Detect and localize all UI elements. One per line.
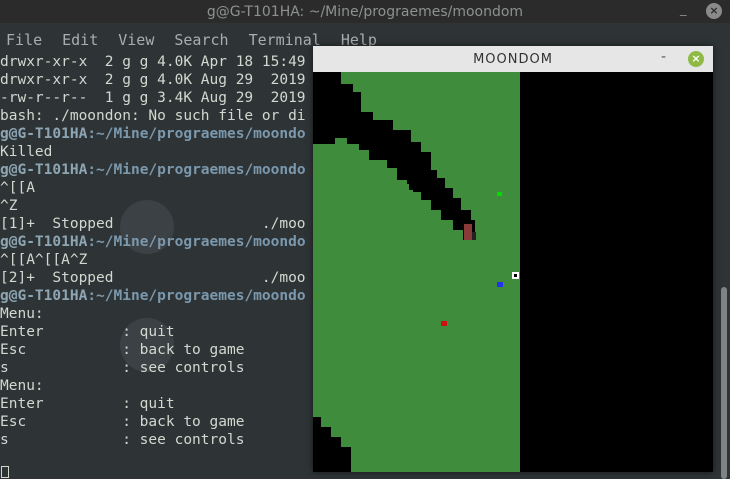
terminal-line: bash: ./moondon: No such file or di	[0, 108, 306, 124]
game-canvas[interactable]	[313, 72, 713, 472]
prompt-user: g@G-T101HA	[0, 162, 88, 178]
minimize-button[interactable]: _	[680, 2, 687, 17]
game-window[interactable]: MOONDOM - ×	[313, 46, 713, 472]
game-titlebar[interactable]: MOONDOM - ×	[313, 46, 713, 72]
terminal-line: ^[[A	[0, 180, 35, 196]
terminal-line: [2]+ Stopped ./moo	[0, 270, 306, 286]
block-sprite-edge	[472, 232, 476, 240]
terminal-line: Menu:	[0, 378, 44, 394]
terminal-line: Enter : quit	[0, 396, 175, 412]
terminal-line: Killed	[0, 144, 53, 160]
terminal-line: -rw-r--r-- 1 g g 3.4K Aug 29 2019	[0, 90, 306, 106]
block-sprite	[464, 224, 472, 240]
game-window-title: MOONDOM	[473, 51, 553, 67]
terminal-line: Enter : quit	[0, 324, 175, 340]
player-sprite	[512, 272, 519, 279]
close-button[interactable]: ×	[706, 3, 722, 19]
window-title: g@G-T101HA: ~/Mine/progra​emes/moondom	[206, 3, 524, 20]
terminal-line: g@G-T101HA:~/Mine/progra​emes/moondo	[0, 125, 330, 143]
close-button[interactable]: ×	[688, 51, 704, 67]
terrain-notch	[351, 92, 361, 102]
terminal-titlebar[interactable]: g@G-T101HA: ~/Mine/progra​emes/moondom _…	[0, 0, 730, 23]
scrollbar[interactable]	[721, 287, 727, 479]
prompt-user: g@G-T101HA	[0, 126, 88, 142]
prompt-path: :~/Mine/progra​emes/moondo	[87, 162, 306, 178]
menu-edit[interactable]: Edit	[56, 31, 98, 49]
terminal-line: Menu:	[0, 306, 44, 322]
terminal-line: s : see controls	[0, 360, 245, 376]
prompt-path: :~/Mine/progra​emes/moondo	[87, 126, 306, 142]
text-cursor	[1, 466, 9, 478]
menu-terminal[interactable]: Terminal	[243, 31, 321, 49]
terminal-line: g@G-T101HA:~/Mine/progra​emes/moondo	[0, 287, 330, 305]
enemy-blue-sprite	[497, 282, 503, 287]
menu-file[interactable]: File	[0, 31, 42, 49]
terminal-line: Esc : back to game	[0, 342, 245, 358]
terminal-line: s : see controls	[0, 432, 245, 448]
enemy-red-sprite	[441, 321, 447, 326]
terminal-line: Esc : back to game	[0, 414, 245, 430]
prompt-path: :~/Mine/progra​emes/moondo	[87, 288, 306, 304]
menu-search[interactable]: Search	[168, 31, 228, 49]
prompt-path: :~/Mine/progra​emes/moondo	[87, 234, 306, 250]
terminal-line: g@G-T101HA:~/Mine/progra​emes/moondo	[0, 233, 330, 251]
terminal-line: drwxr-xr-x 2 g g 4.0K Aug 29 2019	[0, 72, 306, 88]
terminal-line: g@G-T101HA:~/Mine/progra​emes/moondo	[0, 161, 330, 179]
prompt-user: g@G-T101HA	[0, 288, 88, 304]
terminal-line: drwxr-xr-x 2 g g 4.0K Apr 18 15:49	[0, 54, 306, 70]
menu-view[interactable]: View	[112, 31, 154, 49]
terminal-line: [1]+ Stopped ./moo	[0, 216, 306, 232]
terminal-output[interactable]: drwxr-xr-x 2 g g 4.0K Apr 18 15:49 drwxr-…	[0, 53, 330, 479]
terminal-line: ^[[A^[[A^Z	[0, 252, 88, 268]
prompt-user: g@G-T101HA	[0, 234, 88, 250]
minimize-button[interactable]: -	[661, 49, 666, 65]
terminal-line: ^Z	[0, 198, 18, 214]
